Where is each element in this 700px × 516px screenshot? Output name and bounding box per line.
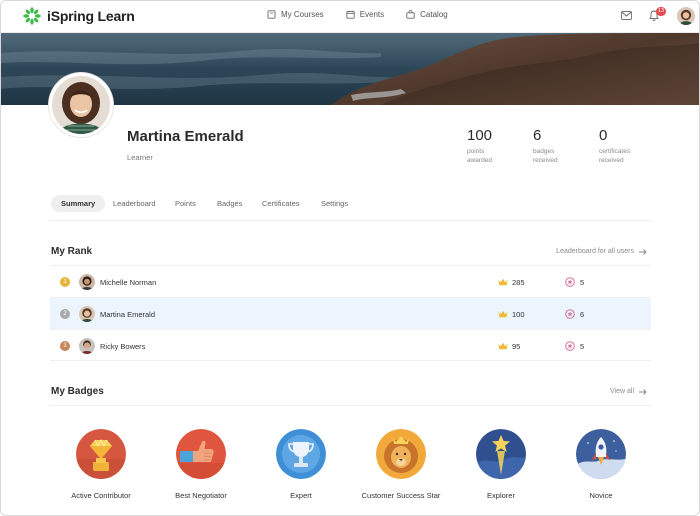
stat-badges-label-1: badges: [533, 148, 555, 155]
book-icon: [267, 10, 276, 19]
rank-table: 1 Michelle Norman 285 5 2 Martina Emeral…: [50, 265, 651, 361]
my-badges-title: My Badges: [51, 386, 104, 397]
rank-row[interactable]: 1 Michelle Norman 285 5: [50, 265, 651, 297]
stat-badges: 6 badges received: [533, 127, 558, 165]
arrow-right-icon: [639, 248, 647, 255]
badge-label: Customer Success Star: [361, 491, 441, 500]
rank-name: Martina Emerald: [100, 310, 156, 319]
badge-icon: [565, 341, 575, 351]
logo[interactable]: iSpring Learn: [23, 7, 135, 25]
rank-badges: 6: [580, 310, 585, 319]
user-avatar[interactable]: [677, 7, 695, 25]
rank-position-badge: 2: [60, 309, 70, 319]
lion-icon: [376, 429, 426, 479]
profile-avatar: [49, 73, 113, 137]
avatar: [79, 338, 95, 354]
rank-name: Ricky Bowers: [100, 342, 146, 351]
stat-badges-value: 6: [533, 127, 542, 144]
app-window: iSpring Learn My Courses Events Catalog …: [0, 0, 700, 516]
nav-my-courses[interactable]: My Courses: [267, 10, 324, 19]
nav-catalog[interactable]: Catalog: [406, 10, 448, 19]
rank-name: Michelle Norman: [100, 278, 157, 287]
rank-points: 95: [512, 342, 521, 351]
mail-icon[interactable]: [621, 11, 632, 20]
nav-events-label: Events: [359, 10, 385, 19]
badge-icon: [565, 309, 575, 319]
badge-label: Novice: [589, 491, 613, 500]
rank-row-current-user[interactable]: 2 Martina Emerald 100 6: [50, 297, 651, 329]
leaderboard-all-users-link[interactable]: Leaderboard for all users: [556, 248, 647, 255]
calendar-icon: [346, 10, 355, 19]
tab-certificates[interactable]: Certificates: [262, 195, 300, 212]
badge-card-explorer[interactable]: Explorer: [451, 429, 551, 500]
tab-leaderboard[interactable]: Leaderboard: [113, 195, 156, 212]
top-navigation: iSpring Learn My Courses Events Catalog …: [1, 1, 699, 33]
stat-certificates-label-1: certificates: [599, 148, 631, 155]
app-name: iSpring Learn: [47, 8, 135, 24]
rank-badges: 5: [580, 342, 585, 351]
rank-badges: 5: [580, 278, 585, 287]
notification-count-badge: 13: [656, 7, 667, 16]
nav-my-courses-label: My Courses: [281, 10, 324, 19]
diamond-icon: [76, 429, 126, 479]
badge-card-best-negotiator[interactable]: Best Negotiator: [151, 429, 251, 500]
shop-bag-icon: [406, 10, 415, 19]
avatar: [79, 274, 95, 290]
tab-badges[interactable]: Badges: [217, 195, 242, 212]
tab-summary[interactable]: Summary: [51, 195, 106, 212]
badge-card-customer-success-star[interactable]: Customer Success Star: [351, 429, 451, 500]
rank-position-badge: 1: [60, 277, 70, 287]
stat-certificates: 0 certificates received: [599, 127, 630, 165]
main-nav: My Courses Events Catalog: [267, 10, 470, 19]
trophy-icon: [276, 429, 326, 479]
stat-certificates-label-2: received: [599, 157, 624, 164]
tab-points[interactable]: Points: [175, 195, 196, 212]
stat-points-value: 100: [467, 127, 493, 144]
badges-divider: [50, 405, 651, 406]
stat-badges-label-2: received: [533, 157, 558, 164]
profile-tabs: Summary Leaderboard Points Badges Certif…: [49, 195, 652, 221]
nav-events[interactable]: Events: [346, 10, 384, 19]
rocket-icon: [576, 429, 626, 479]
badge-card-active-contributor[interactable]: Active Contributor: [51, 429, 151, 500]
ispring-logo-icon: [23, 7, 41, 25]
profile-role: Learner: [127, 153, 153, 162]
thumbs-up-icon: [176, 429, 226, 479]
crown-icon: [498, 342, 508, 350]
badge-label: Active Contributor: [71, 491, 131, 500]
badge-card-expert[interactable]: Expert: [251, 429, 351, 500]
star-icon: [476, 429, 526, 479]
tab-settings[interactable]: Settings: [321, 195, 348, 212]
view-all-badges-link[interactable]: View all: [610, 388, 647, 395]
badge-card-novice[interactable]: Novice: [551, 429, 651, 500]
rank-points: 285: [512, 278, 525, 287]
stat-points-label-2: awarded: [467, 157, 492, 164]
avatar: [79, 306, 95, 322]
rank-position-badge: 3: [60, 341, 70, 351]
nav-catalog-label: Catalog: [420, 10, 448, 19]
arrow-right-icon: [639, 388, 647, 395]
crown-icon: [498, 278, 508, 286]
rank-points: 100: [512, 310, 525, 319]
badge-label: Expert: [290, 491, 312, 500]
leaderboard-all-users-label: Leaderboard for all users: [556, 248, 634, 255]
rank-row[interactable]: 3 Ricky Bowers 95 5: [50, 329, 651, 361]
badge-label: Best Negotiator: [175, 491, 227, 500]
my-rank-title: My Rank: [51, 246, 93, 257]
badge-icon: [565, 277, 575, 287]
view-all-label: View all: [610, 388, 634, 395]
stat-certificates-value: 0: [599, 127, 608, 144]
badge-label: Explorer: [487, 491, 515, 500]
profile-name: Martina Emerald: [127, 128, 244, 145]
crown-icon: [498, 310, 508, 318]
stat-points-label-1: points: [467, 148, 485, 155]
stat-points: 100 points awarded: [467, 127, 492, 165]
